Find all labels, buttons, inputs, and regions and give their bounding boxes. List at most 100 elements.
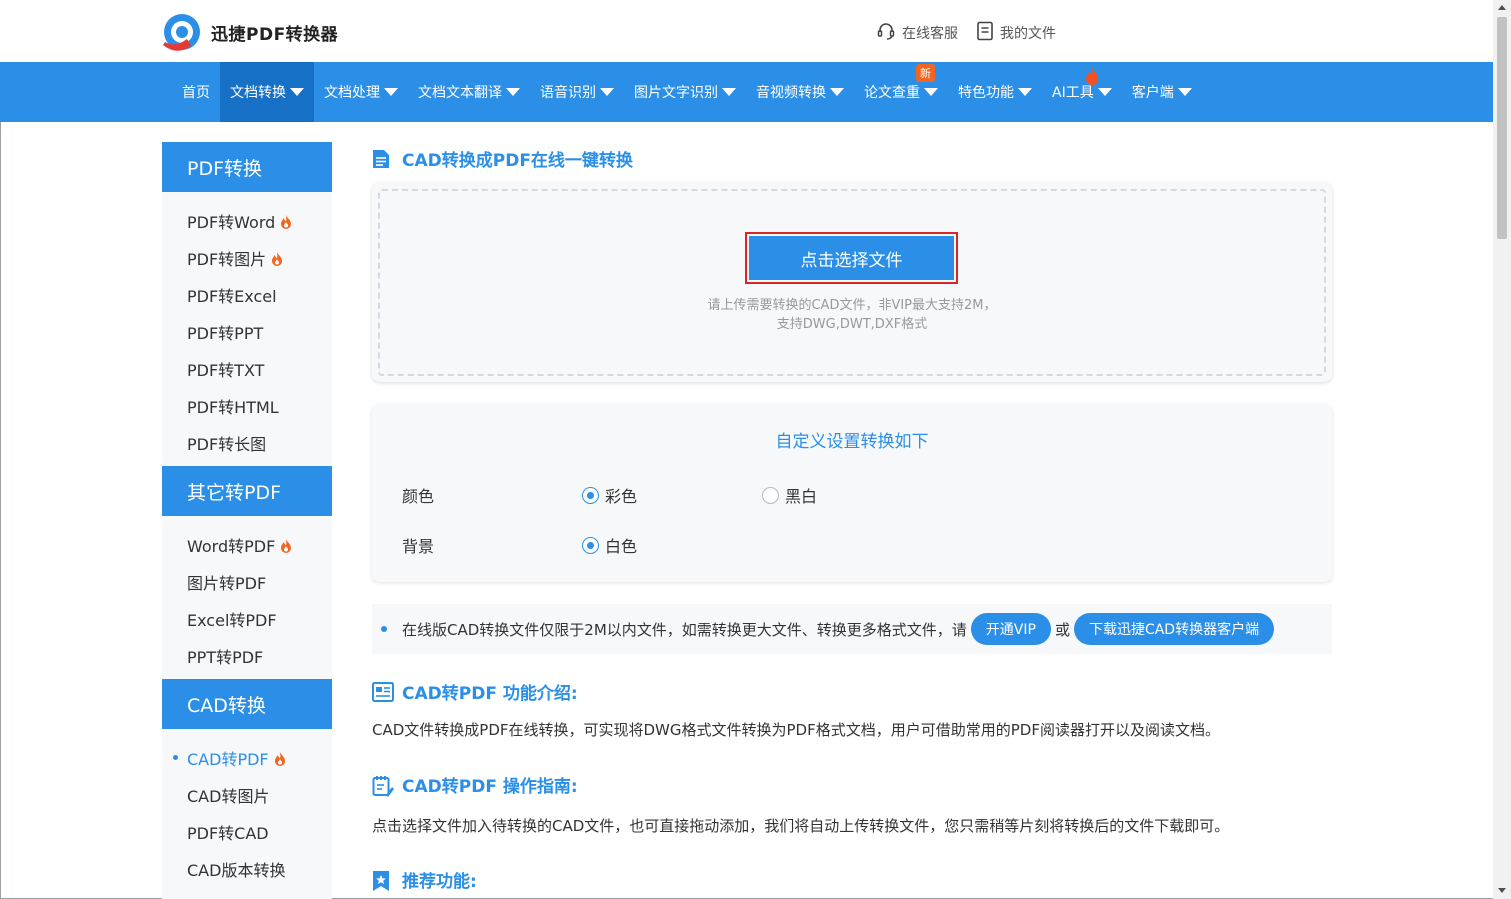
sidebar-item-cad-to-image[interactable]: CAD转图片 [162, 776, 332, 813]
notepad-pen-icon [372, 775, 394, 797]
radio-label: 白色 [605, 537, 638, 556]
flame-icon [1084, 66, 1100, 90]
main-nav: 首页 文档转换 文档处理 文档文本翻译 语音识别 图片文字识别 音视频转换 论文… [0, 62, 1493, 122]
sidebar-item-label: PDF转PPT [187, 323, 264, 343]
sidebar-item-word-to-pdf[interactable]: Word转PDF [162, 526, 332, 563]
upload-hint-line2: 支持DWG,DWT,DXF格式 [776, 317, 928, 332]
sidebar-item-ppt-to-pdf[interactable]: PPT转PDF [162, 637, 332, 674]
customer-service-link[interactable]: 在线客服 [876, 21, 958, 45]
nav-label: 图片文字识别 [634, 85, 718, 101]
sidebar-item-pdf-to-html[interactable]: PDF转HTML [162, 387, 332, 424]
nav-item-speech[interactable]: 语音识别 [530, 62, 624, 122]
sidebar-item-pdf-to-cad[interactable]: PDF转CAD [162, 813, 332, 850]
color-option-color[interactable]: 彩色 [582, 483, 762, 507]
sidebar-item-pdf-to-excel[interactable]: PDF转Excel [162, 276, 332, 313]
nav-item-features[interactable]: 特色功能 [948, 62, 1042, 122]
radio-checked-icon [582, 486, 599, 504]
sidebar-item-label: PDF转图片 [187, 249, 267, 269]
sidebar-item-label: CAD转图片 [187, 786, 270, 806]
page-title: CAD转换成PDF在线一键转换 [372, 146, 633, 171]
sidebar-item-pdf-to-txt[interactable]: PDF转TXT [162, 350, 332, 387]
sidebar-item-label: PDF转Excel [187, 286, 277, 306]
radio-label: 黑白 [785, 487, 818, 506]
sidebar: PDF转换 PDF转Word PDF转图片 PDF转Excel PDF转PPT … [162, 142, 332, 899]
vertical-scrollbar[interactable] [1493, 0, 1511, 899]
nav-label: 论文查重 [864, 85, 920, 101]
select-file-highlight: 点击选择文件 [745, 232, 958, 284]
intro-title-text: CAD转PDF 功能介绍: [402, 684, 578, 704]
logo[interactable]: 迅捷PDF转换器 [161, 12, 338, 52]
caret-down-icon [384, 88, 398, 96]
nav-item-av-convert[interactable]: 音视频转换 [746, 62, 854, 122]
nav-item-home[interactable]: 首页 [172, 62, 220, 122]
sidebar-item-pdf-to-image[interactable]: PDF转图片 [162, 239, 332, 276]
sidebar-group-title: 其它转PDF [162, 466, 332, 516]
top-header: 迅捷PDF转换器 在线客服 我的文件 [0, 0, 1493, 62]
caret-down-icon [924, 88, 938, 96]
sidebar-item-cad-to-pdf[interactable]: CAD转PDF [162, 739, 332, 776]
scrollbar-thumb[interactable] [1497, 17, 1507, 239]
nav-item-paper-check[interactable]: 论文查重 新 [854, 62, 948, 122]
caret-down-icon [830, 88, 844, 96]
nav-item-ai-tools[interactable]: AI工具 [1042, 62, 1122, 122]
notice-text: 在线版CAD转换文件仅限于2M以内文件，如需转换更大文件、转换更多格式文件，请 [402, 620, 967, 639]
sidebar-group-title: CAD转换 [162, 679, 332, 729]
sidebar-item-label: Word转PDF [187, 536, 276, 556]
select-file-button[interactable]: 点击选择文件 [749, 236, 954, 280]
page-title-text: CAD转换成PDF在线一键转换 [402, 151, 633, 171]
sidebar-item-pdf-to-word[interactable]: PDF转Word [162, 202, 332, 239]
nav-item-translate[interactable]: 文档文本翻译 [408, 62, 530, 122]
caret-down-icon [600, 88, 614, 96]
nav-item-client[interactable]: 客户端 [1122, 62, 1202, 122]
radio-label: 彩色 [605, 487, 638, 506]
radio-unchecked-icon [762, 486, 779, 504]
recommend-title: 推荐功能: [372, 867, 477, 892]
sidebar-item-pdf-to-long-image[interactable]: PDF转长图 [162, 424, 332, 461]
sidebar-item-label: PDF转HTML [187, 397, 279, 417]
notice-or: 或 [1054, 620, 1070, 639]
bullet-dot [381, 626, 387, 632]
my-files-link[interactable]: 我的文件 [976, 21, 1056, 45]
customer-service-label: 在线客服 [902, 26, 958, 42]
upload-dropzone[interactable]: 点击选择文件 请上传需要转换的CAD文件，非VIP最大支持2M， 支持DWG,D… [372, 183, 1332, 382]
background-label: 背景 [402, 537, 435, 556]
caret-down-icon [290, 88, 304, 96]
sidebar-item-pdf-to-ppt[interactable]: PDF转PPT [162, 313, 332, 350]
color-label: 颜色 [402, 487, 435, 506]
top-links: 在线客服 我的文件 [876, 21, 1056, 45]
sidebar-item-cad-version[interactable]: CAD版本转换 [162, 850, 332, 887]
caret-down-icon [1177, 88, 1192, 96]
nav-item-doc-process[interactable]: 文档处理 [314, 62, 408, 122]
sidebar-item-label: PPT转PDF [187, 647, 264, 667]
flame-icon [274, 751, 286, 766]
sidebar-item-label: Excel转PDF [187, 610, 277, 630]
nav-label: 音视频转换 [756, 85, 826, 101]
nav-item-ocr[interactable]: 图片文字识别 [624, 62, 746, 122]
nav-item-doc-convert[interactable]: 文档转换 [220, 62, 314, 122]
sidebar-item-label: PDF转TXT [187, 360, 265, 380]
open-vip-button[interactable]: 开通VIP [970, 613, 1051, 645]
sidebar-group-title: PDF转换 [162, 142, 332, 192]
radio-checked-icon [582, 536, 599, 554]
bookmark-star-icon [372, 870, 392, 891]
sidebar-item-label: CAD转PDF [187, 749, 269, 769]
guide-title: CAD转PDF 操作指南: [372, 772, 578, 797]
color-option-bw[interactable]: 黑白 [762, 483, 817, 507]
sidebar-item-image-to-pdf[interactable]: 图片转PDF [162, 563, 332, 600]
sidebar-item-label: PDF转Word [187, 212, 276, 232]
settings-title: 自定义设置转换如下 [775, 432, 929, 452]
sidebar-item-excel-to-pdf[interactable]: Excel转PDF [162, 600, 332, 637]
sidebar-item-label: PDF转CAD [187, 823, 269, 843]
download-client-button[interactable]: 下载迅捷CAD转换器客户端 [1073, 613, 1275, 645]
logo-mark-icon [161, 12, 203, 52]
flame-icon [280, 214, 292, 229]
document-icon [372, 149, 392, 169]
color-row: 颜色 彩色 黑白 [402, 483, 817, 507]
scroll-down-arrow-icon[interactable] [1498, 888, 1506, 893]
scroll-up-arrow-icon[interactable] [1498, 5, 1506, 10]
background-option-white[interactable]: 白色 [582, 533, 637, 557]
nav-label: 文档处理 [324, 85, 380, 101]
nav-label: 首页 [182, 85, 210, 101]
background-row: 背景 白色 [402, 533, 637, 557]
caret-down-icon [1018, 88, 1032, 96]
